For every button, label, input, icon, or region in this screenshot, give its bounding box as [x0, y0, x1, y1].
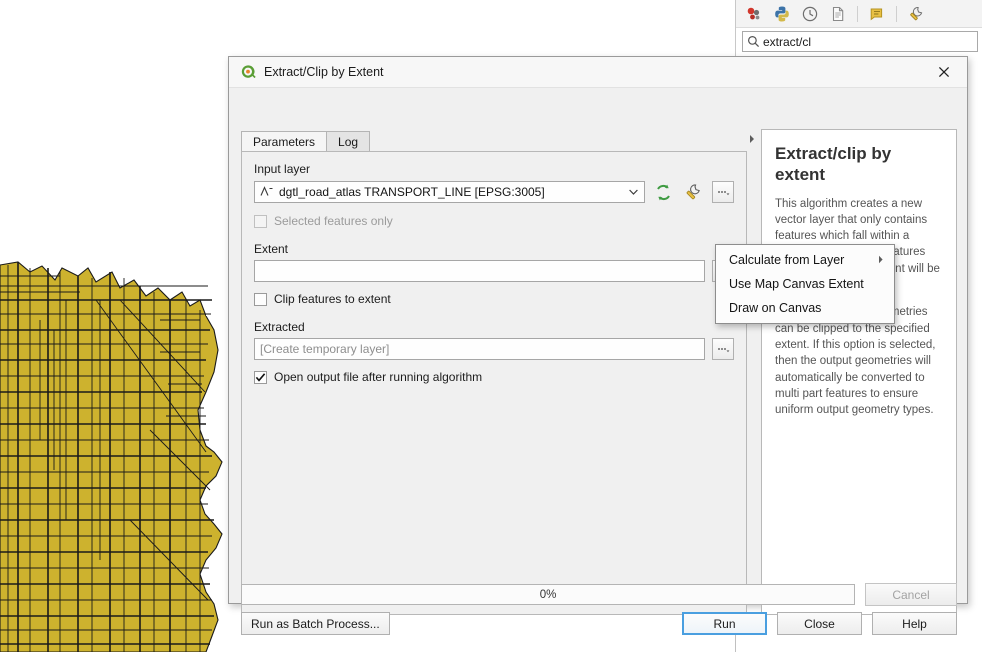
- input-layer-value: dgtl_road_atlas TRANSPORT_LINE [EPSG:300…: [279, 185, 545, 199]
- input-layer-more-button[interactable]: [712, 181, 734, 203]
- extent-row: [254, 260, 734, 282]
- chevron-down-icon[interactable]: [624, 189, 642, 195]
- progress-row: 0% Cancel: [241, 583, 957, 606]
- toolbar-separator-2: [896, 5, 897, 22]
- dialog-titlebar[interactable]: Extract/Clip by Extent: [229, 57, 967, 88]
- open-output-label: Open output file after running algorithm: [274, 370, 483, 384]
- dialog-tabs: Parameters Log: [241, 130, 371, 152]
- close-button[interactable]: Close: [777, 612, 862, 635]
- checkmark-icon: [255, 372, 266, 382]
- close-icon[interactable]: [921, 57, 967, 87]
- extracted-more-button[interactable]: [712, 338, 734, 360]
- panel-splitter-handle[interactable]: [747, 132, 756, 146]
- clip-features-checkbox[interactable]: [254, 292, 267, 306]
- progress-bar: 0%: [241, 584, 855, 605]
- clip-features-row[interactable]: Clip features to extent: [254, 292, 734, 306]
- selected-features-only-row[interactable]: Selected features only: [254, 214, 734, 228]
- open-output-checkbox[interactable]: [254, 370, 267, 384]
- vector-line-layer-icon: [260, 185, 274, 199]
- selected-features-only-label: Selected features only: [274, 214, 393, 228]
- dialog-title: Extract/Clip by Extent: [264, 65, 384, 79]
- tab-parameters[interactable]: Parameters: [241, 131, 328, 152]
- processing-settings-icon[interactable]: [743, 3, 765, 25]
- history-clock-icon[interactable]: [799, 3, 821, 25]
- cancel-button[interactable]: Cancel: [865, 583, 957, 606]
- extent-input[interactable]: [254, 260, 705, 282]
- extracted-row: [Create temporary layer]: [254, 338, 734, 360]
- refresh-icon[interactable]: [651, 180, 675, 204]
- extent-label: Extent: [254, 242, 289, 256]
- tab-log[interactable]: Log: [326, 131, 371, 152]
- toolbox-search-input[interactable]: extract/cl: [742, 31, 978, 52]
- menu-item-label: Calculate from Layer: [729, 253, 845, 267]
- menu-item-use-map-canvas-extent[interactable]: Use Map Canvas Extent: [716, 272, 894, 296]
- input-layer-label: Input layer: [254, 162, 311, 176]
- menu-item-draw-on-canvas[interactable]: Draw on Canvas: [716, 296, 894, 320]
- run-button[interactable]: Run: [682, 612, 767, 635]
- open-output-row[interactable]: Open output file after running algorithm: [254, 370, 734, 384]
- help-button[interactable]: Help: [872, 612, 957, 635]
- input-layer-combo[interactable]: dgtl_road_atlas TRANSPORT_LINE [EPSG:300…: [254, 181, 645, 203]
- processing-toolbar: [736, 0, 982, 28]
- chevron-right-icon: [878, 255, 884, 266]
- menu-item-label: Draw on Canvas: [729, 301, 822, 315]
- toolbar-separator: [857, 5, 858, 22]
- results-viewer-document-icon[interactable]: [827, 3, 849, 25]
- python-console-icon[interactable]: [771, 3, 793, 25]
- wrench-icon[interactable]: [681, 180, 705, 204]
- toolbox-search-value: extract/cl: [763, 34, 812, 49]
- help-title: Extract/clip by extent: [775, 144, 892, 185]
- run-as-batch-button[interactable]: Run as Batch Process...: [241, 612, 390, 635]
- extracted-label: Extracted: [254, 320, 305, 334]
- parameters-panel: Input layer dgtl_road_atlas TRANSPORT_LI…: [241, 151, 747, 615]
- search-icon: [743, 35, 763, 48]
- dialog-body: Parameters Log Input layer dgtl_road_atl…: [229, 88, 967, 635]
- dialog-buttons: Run as Batch Process... Run Close Help: [241, 612, 957, 635]
- menu-item-calculate-from-layer[interactable]: Calculate from Layer: [716, 248, 894, 272]
- input-layer-row: dgtl_road_atlas TRANSPORT_LINE [EPSG:300…: [254, 180, 734, 204]
- clip-features-label: Clip features to extent: [274, 292, 391, 306]
- edit-in-place-wrench-icon[interactable]: [905, 3, 927, 25]
- extract-clip-by-extent-dialog: Extract/Clip by Extent Parameters Log In…: [228, 56, 968, 635]
- qgis-logo-icon: [240, 64, 256, 80]
- extracted-output-input[interactable]: [Create temporary layer]: [254, 338, 705, 360]
- extent-context-menu: Calculate from Layer Use Map Canvas Exte…: [715, 244, 895, 324]
- algorithm-help-panel: Extract/clip by extent This algorithm cr…: [761, 129, 957, 615]
- selected-features-only-checkbox[interactable]: [254, 214, 267, 228]
- menu-item-label: Use Map Canvas Extent: [729, 277, 864, 291]
- models-note-icon[interactable]: [866, 3, 888, 25]
